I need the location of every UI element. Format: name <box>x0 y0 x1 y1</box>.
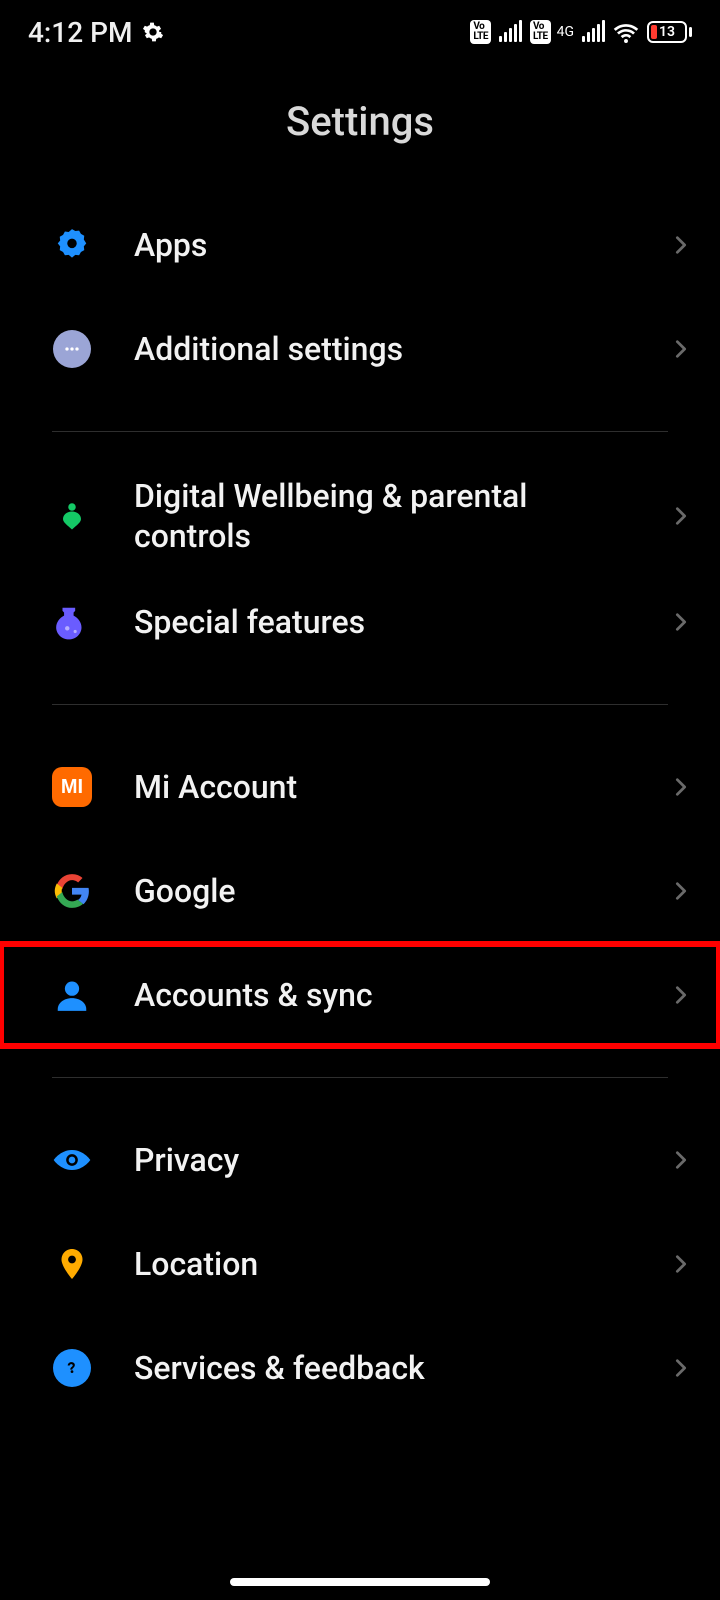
settings-group: Digital Wellbeing & parental controls Sp… <box>0 462 720 674</box>
row-label: Additional settings <box>134 329 670 369</box>
chevron-right-icon <box>670 234 692 256</box>
row-label: Digital Wellbeing & parental controls <box>134 476 670 556</box>
chevron-right-icon <box>670 505 692 527</box>
person-icon <box>52 975 92 1015</box>
ellipsis-icon <box>52 329 92 369</box>
row-mi-account[interactable]: MI Mi Account <box>0 735 720 839</box>
divider <box>52 1077 668 1078</box>
row-accounts-sync[interactable]: Accounts & sync <box>0 943 720 1047</box>
divider <box>52 431 668 432</box>
mi-logo-icon: MI <box>52 767 92 807</box>
settings-group: Privacy Location Services & feedback <box>0 1108 720 1420</box>
signal-bars-icon <box>582 22 605 42</box>
signal-bars-icon <box>499 22 522 42</box>
row-special-features[interactable]: Special features <box>0 570 720 674</box>
row-location[interactable]: Location <box>0 1212 720 1316</box>
eye-icon <box>52 1140 92 1180</box>
help-icon <box>52 1348 92 1388</box>
location-pin-icon <box>52 1244 92 1284</box>
chevron-right-icon <box>670 611 692 633</box>
flask-icon <box>52 602 92 642</box>
chevron-right-icon <box>670 1357 692 1379</box>
row-services-feedback[interactable]: Services & feedback <box>0 1316 720 1420</box>
row-label: Special features <box>134 602 670 642</box>
home-indicator[interactable] <box>230 1578 490 1586</box>
row-apps[interactable]: Apps <box>0 193 720 297</box>
wifi-icon <box>613 19 639 45</box>
row-google[interactable]: Google <box>0 839 720 943</box>
gear-app-icon <box>52 225 92 265</box>
chevron-right-icon <box>670 880 692 902</box>
divider <box>52 704 668 705</box>
status-bar-right: VoLTE VoLTE 4G 13 <box>470 19 692 45</box>
chevron-right-icon <box>670 1149 692 1171</box>
network-type: 4G <box>557 24 574 40</box>
battery-icon: 13 <box>647 21 692 43</box>
row-label: Mi Account <box>134 767 670 807</box>
row-label: Privacy <box>134 1140 670 1180</box>
page-title: Settings <box>0 98 720 145</box>
page-header: Settings <box>0 64 720 193</box>
status-bar: 4:12 PM VoLTE VoLTE 4G 13 <box>0 0 720 64</box>
row-label: Google <box>134 871 670 911</box>
settings-group: MI Mi Account Google Accounts & sync <box>0 735 720 1047</box>
wellbeing-icon <box>52 496 92 536</box>
chevron-right-icon <box>670 984 692 1006</box>
row-label: Services & feedback <box>134 1348 670 1388</box>
status-bar-left: 4:12 PM <box>28 16 164 49</box>
gear-icon <box>142 21 164 43</box>
settings-group: Apps Additional settings <box>0 193 720 401</box>
row-label: Location <box>134 1244 670 1284</box>
row-additional-settings[interactable]: Additional settings <box>0 297 720 401</box>
chevron-right-icon <box>670 1253 692 1275</box>
volte-icon: VoLTE <box>530 20 551 44</box>
clock: 4:12 PM <box>28 16 132 49</box>
volte-icon: VoLTE <box>470 20 491 44</box>
row-digital-wellbeing[interactable]: Digital Wellbeing & parental controls <box>0 462 720 570</box>
battery-pct: 13 <box>649 24 685 40</box>
row-privacy[interactable]: Privacy <box>0 1108 720 1212</box>
row-label: Accounts & sync <box>134 975 670 1015</box>
chevron-right-icon <box>670 338 692 360</box>
chevron-right-icon <box>670 776 692 798</box>
row-label: Apps <box>134 225 670 265</box>
google-logo-icon <box>52 871 92 911</box>
